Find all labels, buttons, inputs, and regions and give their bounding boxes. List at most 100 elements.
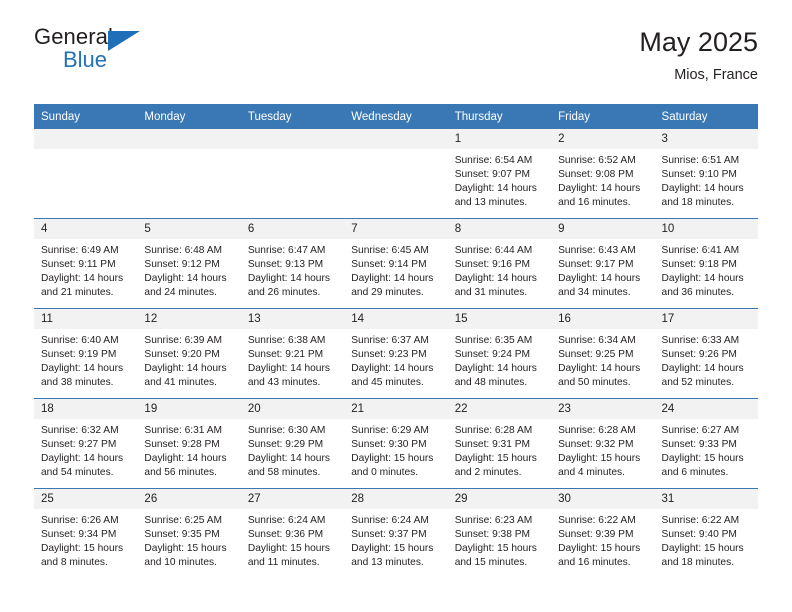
calendar-week-row: 1 Sunrise: 6:54 AM Sunset: 9:07 PM Daylight… [34, 129, 758, 219]
daylight-text-line1: Daylight: 15 hours [351, 543, 434, 555]
day-details: Sunrise: 6:31 AM Sunset: 9:28 PM Daylight:… [137, 419, 240, 480]
daylight-text-line1: Daylight: 15 hours [661, 453, 744, 465]
calendar-day-cell[interactable]: 20 Sunrise: 6:30 AM Sunset: 9:29 PM Dayligh… [240, 398, 345, 489]
daylight-text-line1: Daylight: 14 hours [351, 363, 434, 375]
day-details: Sunrise: 6:41 AM Sunset: 9:18 PM Daylight:… [655, 239, 758, 300]
daylight-text-line1: Daylight: 14 hours [661, 273, 744, 285]
logo[interactable]: General Blue [34, 26, 154, 82]
daylight-text-line2: and 24 minutes. [144, 287, 217, 299]
calendar-day-cell[interactable]: 4 Sunrise: 6:49 AM Sunset: 9:11 PM Daylight… [34, 218, 138, 309]
day-details: Sunrise: 6:27 AM Sunset: 9:33 PM Daylight:… [655, 419, 758, 480]
weekday-header-row: Sunday Monday Tuesday Wednesday Thursday… [34, 104, 758, 129]
day-number: 16 [551, 309, 655, 330]
calendar-day-cell[interactable]: 29 Sunrise: 6:23 AM Sunset: 9:38 PM Dayligh… [447, 488, 552, 578]
calendar-day-cell[interactable]: 16 Sunrise: 6:34 AM Sunset: 9:25 PM Dayligh… [551, 308, 655, 399]
calendar-day-cell[interactable]: 6 Sunrise: 6:47 AM Sunset: 9:13 PM Daylight… [240, 218, 345, 309]
calendar-day-cell[interactable]: 3 Sunrise: 6:51 AM Sunset: 9:10 PM Daylight… [654, 129, 758, 219]
day-details: Sunrise: 6:22 AM Sunset: 9:39 PM Daylight:… [551, 509, 654, 570]
day-number: 12 [137, 309, 241, 330]
day-number: 20 [240, 399, 345, 420]
day-details: Sunrise: 6:25 AM Sunset: 9:35 PM Daylight:… [137, 509, 240, 570]
day-details: Sunrise: 6:28 AM Sunset: 9:32 PM Daylight:… [551, 419, 654, 480]
sunrise-text: Sunrise: 6:32 AM [41, 425, 119, 437]
day-details: Sunrise: 6:52 AM Sunset: 9:08 PM Daylight:… [551, 149, 654, 210]
calendar-day-cell[interactable]: 21 Sunrise: 6:29 AM Sunset: 9:30 PM Dayligh… [344, 398, 448, 489]
day-details: Sunrise: 6:24 AM Sunset: 9:36 PM Daylight:… [241, 509, 344, 570]
calendar-day-cell[interactable]: 17 Sunrise: 6:33 AM Sunset: 9:26 PM Dayligh… [654, 308, 758, 399]
calendar-day-cell[interactable]: 23 Sunrise: 6:28 AM Sunset: 9:32 PM Dayligh… [551, 398, 655, 489]
daylight-text-line2: and 54 minutes. [41, 467, 114, 479]
page-header: General Blue May 2025 Mios, France [34, 0, 758, 96]
calendar-week-row: 11 Sunrise: 6:40 AM Sunset: 9:19 PM Dayligh… [34, 308, 758, 399]
day-details: Sunrise: 6:22 AM Sunset: 9:40 PM Daylight:… [655, 509, 758, 570]
logo-text-blue: Blue [63, 47, 108, 72]
day-details: Sunrise: 6:28 AM Sunset: 9:31 PM Daylight:… [448, 419, 551, 480]
calendar-day-cell[interactable]: 19 Sunrise: 6:31 AM Sunset: 9:28 PM Dayligh… [137, 398, 241, 489]
sunrise-text: Sunrise: 6:30 AM [247, 425, 326, 437]
calendar-day-cell[interactable]: 9 Sunrise: 6:43 AM Sunset: 9:17 PM Daylight… [551, 218, 655, 309]
day-number: 17 [654, 309, 758, 330]
sunrise-text: Sunrise: 6:22 AM [558, 515, 636, 527]
daylight-text-line2: and 31 minutes. [454, 287, 528, 299]
calendar-day-cell[interactable]: 14 Sunrise: 6:37 AM Sunset: 9:23 PM Dayligh… [344, 308, 448, 399]
daylight-text-line2: and 29 minutes. [351, 287, 424, 299]
day-details: Sunrise: 6:54 AM Sunset: 9:07 PM Daylight:… [448, 149, 551, 210]
daylight-text-line1: Daylight: 14 hours [454, 363, 537, 375]
calendar-day-cell[interactable]: 11 Sunrise: 6:40 AM Sunset: 9:19 PM Dayligh… [34, 308, 138, 399]
calendar-day-cell[interactable]: 25 Sunrise: 6:26 AM Sunset: 9:34 PM Dayligh… [34, 488, 138, 578]
daylight-text-line2: and 41 minutes. [144, 377, 217, 389]
daylight-text-line1: Daylight: 14 hours [41, 363, 124, 375]
day-details: Sunrise: 6:34 AM Sunset: 9:25 PM Daylight:… [551, 329, 654, 390]
calendar-day-cell[interactable]: 28 Sunrise: 6:24 AM Sunset: 9:37 PM Dayligh… [344, 488, 448, 578]
sunset-text: Sunset: 9:20 PM [144, 349, 220, 361]
daylight-text-line1: Daylight: 15 hours [144, 543, 227, 555]
calendar-day-cell[interactable]: 2 Sunrise: 6:52 AM Sunset: 9:08 PM Daylight… [551, 129, 655, 219]
calendar-day-cell[interactable]: 1 Sunrise: 6:54 AM Sunset: 9:07 PM Daylight… [447, 129, 552, 219]
day-number: 9 [551, 219, 655, 240]
weekday-header-tuesday: Tuesday [240, 104, 345, 129]
day-details: Sunrise: 6:23 AM Sunset: 9:38 PM Daylight:… [448, 509, 551, 570]
daylight-text-line2: and 8 minutes. [41, 557, 108, 569]
daylight-text-line1: Daylight: 14 hours [247, 363, 330, 375]
day-details: Sunrise: 6:32 AM Sunset: 9:27 PM Daylight:… [34, 419, 137, 480]
day-number [240, 129, 345, 149]
day-details: Sunrise: 6:35 AM Sunset: 9:24 PM Daylight:… [448, 329, 551, 390]
sunset-text: Sunset: 9:29 PM [247, 439, 324, 451]
daylight-text-line1: Daylight: 15 hours [454, 453, 537, 465]
daylight-text-line2: and 13 minutes. [454, 197, 528, 209]
calendar-day-cell[interactable]: 31 Sunrise: 6:22 AM Sunset: 9:40 PM Dayligh… [654, 488, 758, 578]
calendar-day-cell[interactable]: 15 Sunrise: 6:35 AM Sunset: 9:24 PM Dayligh… [447, 308, 552, 399]
sunset-text: Sunset: 9:13 PM [247, 259, 324, 271]
sunrise-text: Sunrise: 6:24 AM [247, 515, 326, 527]
calendar-day-cell[interactable]: 27 Sunrise: 6:24 AM Sunset: 9:36 PM Dayligh… [240, 488, 345, 578]
sunset-text: Sunset: 9:11 PM [41, 259, 116, 271]
daylight-text-line1: Daylight: 15 hours [454, 543, 537, 555]
calendar-day-cell[interactable]: 26 Sunrise: 6:25 AM Sunset: 9:35 PM Dayligh… [137, 488, 241, 578]
day-number: 19 [137, 399, 241, 420]
calendar-day-cell[interactable]: 7 Sunrise: 6:45 AM Sunset: 9:14 PM Daylight… [344, 218, 448, 309]
daylight-text-line2: and 26 minutes. [247, 287, 321, 299]
calendar-day-cell[interactable]: 12 Sunrise: 6:39 AM Sunset: 9:20 PM Dayligh… [137, 308, 241, 399]
calendar-day-cell[interactable]: 22 Sunrise: 6:28 AM Sunset: 9:31 PM Dayligh… [447, 398, 552, 489]
sunset-text: Sunset: 9:38 PM [454, 529, 531, 541]
sunrise-text: Sunrise: 6:51 AM [661, 155, 740, 167]
daylight-text-line2: and 36 minutes. [661, 287, 735, 299]
sunrise-text: Sunrise: 6:31 AM [144, 425, 223, 437]
calendar-day-cell[interactable]: 24 Sunrise: 6:27 AM Sunset: 9:33 PM Dayligh… [654, 398, 758, 489]
calendar-day-cell[interactable]: 5 Sunrise: 6:48 AM Sunset: 9:12 PM Daylight… [137, 218, 241, 309]
sunset-text: Sunset: 9:24 PM [454, 349, 531, 361]
daylight-text-line2: and 0 minutes. [351, 467, 419, 479]
calendar-day-cell[interactable]: 30 Sunrise: 6:22 AM Sunset: 9:39 PM Dayligh… [551, 488, 655, 578]
calendar-day-cell[interactable]: 18 Sunrise: 6:32 AM Sunset: 9:27 PM Dayligh… [34, 398, 138, 489]
calendar-day-cell[interactable]: 13 Sunrise: 6:38 AM Sunset: 9:21 PM Dayligh… [240, 308, 345, 399]
daylight-text-line1: Daylight: 14 hours [558, 363, 641, 375]
daylight-text-line1: Daylight: 14 hours [247, 273, 330, 285]
day-details: Sunrise: 6:40 AM Sunset: 9:19 PM Daylight:… [34, 329, 137, 390]
sunset-text: Sunset: 9:27 PM [41, 439, 117, 451]
daylight-text-line1: Daylight: 14 hours [144, 273, 227, 285]
daylight-text-line1: Daylight: 14 hours [144, 453, 227, 465]
calendar-day-cell[interactable]: 10 Sunrise: 6:41 AM Sunset: 9:18 PM Dayligh… [654, 218, 758, 309]
day-number: 3 [654, 129, 758, 150]
calendar-day-cell[interactable]: 8 Sunrise: 6:44 AM Sunset: 9:16 PM Daylight… [447, 218, 552, 309]
weekday-header-sunday: Sunday [34, 104, 138, 129]
